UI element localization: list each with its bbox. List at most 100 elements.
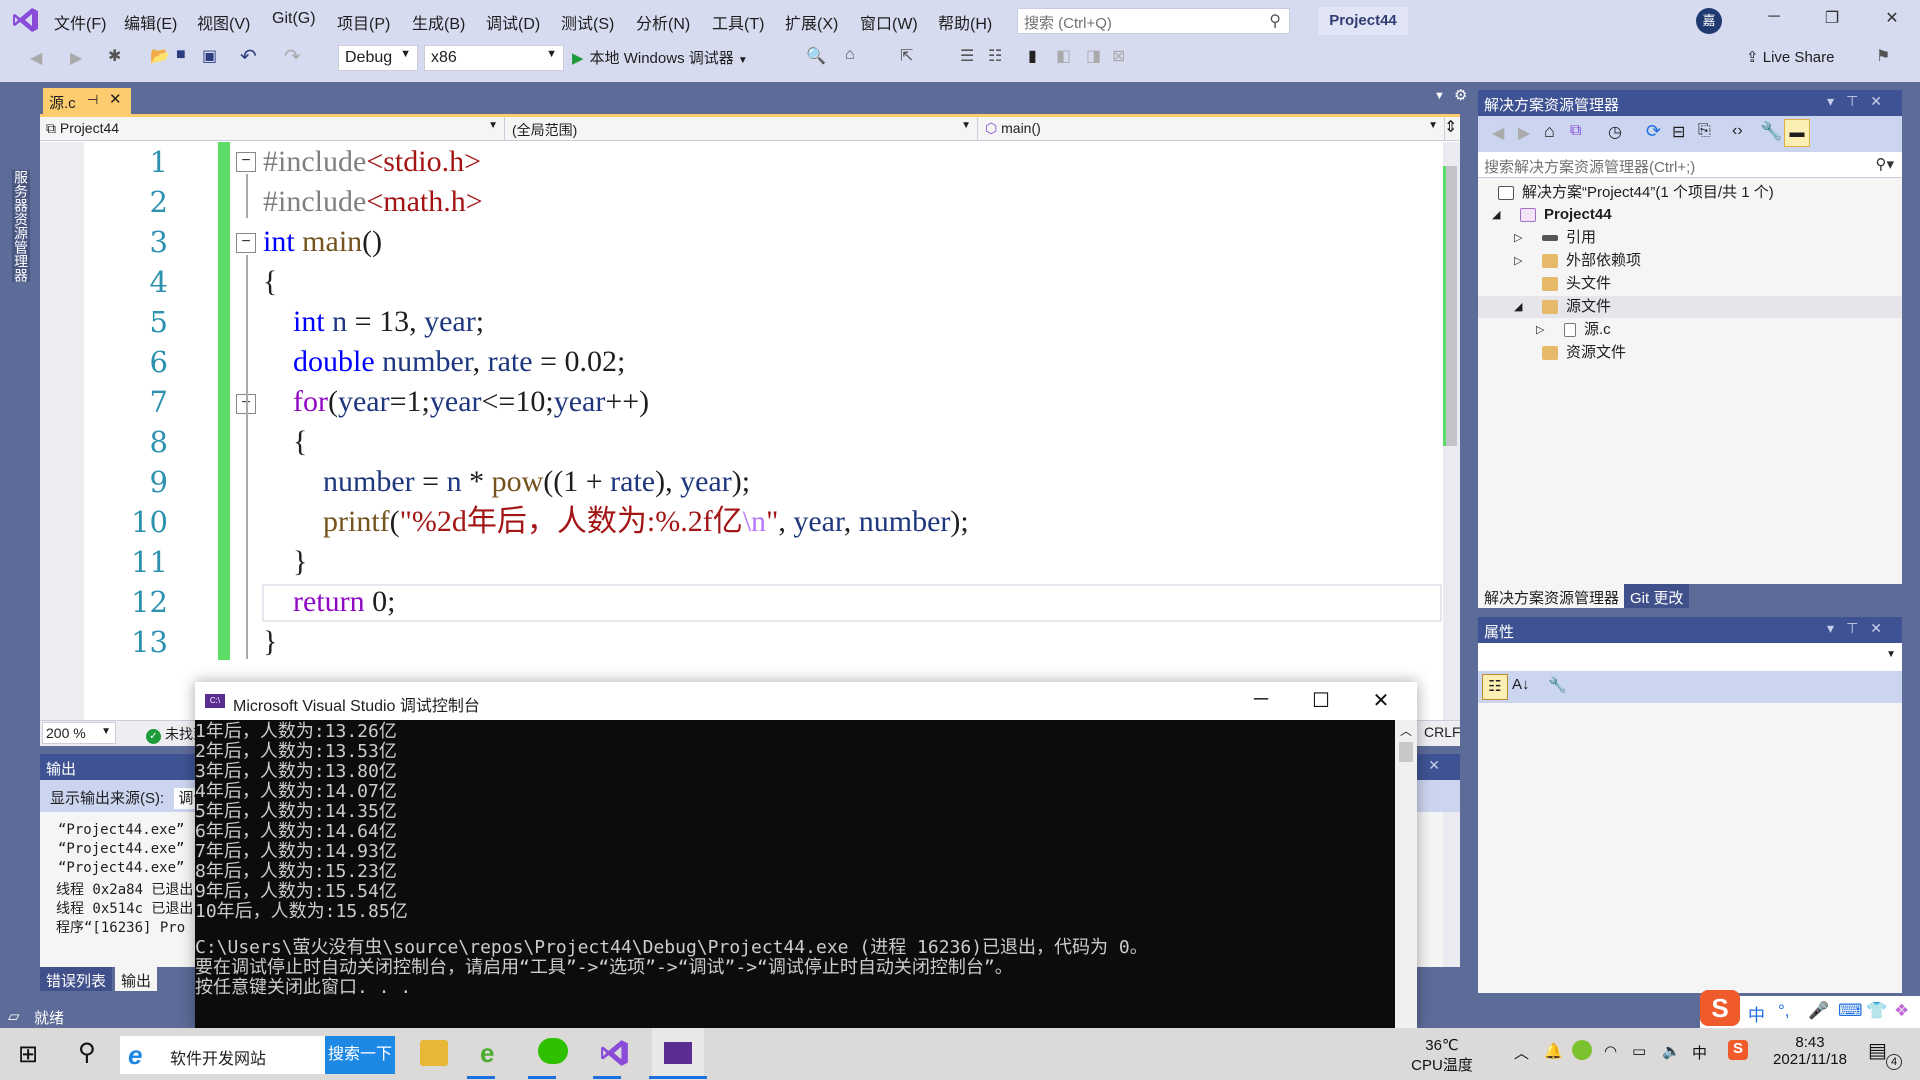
redo-icon[interactable]: ↷	[284, 44, 301, 69]
forward-icon[interactable]: ▶	[1518, 123, 1530, 143]
wechat-icon[interactable]	[538, 1038, 568, 1064]
code-editor[interactable]	[40, 114, 1460, 729]
scroll-up-icon[interactable]: ︿	[1400, 722, 1412, 739]
home-icon[interactable]: ⌂	[845, 46, 855, 64]
console-taskbar-button[interactable]	[652, 1028, 704, 1080]
collapsed-arrow-icon[interactable]: ▷	[1536, 323, 1544, 336]
line-ending-indicator[interactable]: CRLF	[1424, 724, 1461, 740]
ime-mode-chinese[interactable]: 中	[1748, 1001, 1765, 1026]
solution-config-dropdown[interactable]: Debug ▼	[338, 45, 418, 71]
split-editor-icon[interactable]: ⇕	[1444, 117, 1457, 137]
collapsed-arrow-icon[interactable]: ▷	[1514, 231, 1522, 244]
categorized-icon[interactable]: ☷	[1482, 674, 1508, 700]
menu-help[interactable]: 帮助(H)	[938, 10, 992, 34]
code-line[interactable]: printf("%2d年后，人数为:%.2f亿\n", year, number…	[263, 502, 969, 542]
preview-selected-icon[interactable]: ▬	[1784, 119, 1810, 147]
tree-item-source-c[interactable]: 源.c	[1564, 319, 1611, 341]
code-line[interactable]: number = n * pow((1 + rate), year);	[263, 462, 750, 502]
save-all-icon[interactable]: ▣	[202, 46, 217, 66]
minimize-button[interactable]: ─	[1762, 8, 1786, 26]
menu-view[interactable]: 视图(V)	[197, 10, 250, 34]
show-hidden-icons[interactable]: ︿	[1514, 1042, 1529, 1063]
input-indicator[interactable]: 中	[1692, 1042, 1707, 1063]
properties-wrench-icon[interactable]: 🔧	[1760, 121, 1782, 142]
tab-output[interactable]: 输出	[115, 967, 158, 991]
alphabetical-sort-icon[interactable]: A↓	[1512, 676, 1530, 693]
new-item-icon[interactable]: ✱	[108, 46, 121, 66]
properties-object-dropdown[interactable]: ▼	[1478, 643, 1902, 671]
search-icon[interactable]: ⚲	[78, 1038, 96, 1067]
code-line[interactable]: }	[263, 542, 307, 582]
code-line[interactable]: {	[263, 262, 277, 302]
scroll-thumb[interactable]	[1399, 742, 1413, 762]
menu-extensions[interactable]: 扩展(X)	[785, 10, 838, 34]
sogou-logo-icon[interactable]: S	[1700, 990, 1740, 1026]
solution-search-input[interactable]: 搜索解决方案资源管理器(Ctrl+;) ⚲▾	[1478, 152, 1902, 178]
back-icon[interactable]: ◀	[1492, 123, 1504, 143]
browser-icon[interactable]: e	[480, 1038, 494, 1069]
sogou-tray-icon[interactable]: S	[1728, 1040, 1748, 1060]
panel-window-controls[interactable]: ▾⊤✕	[1827, 93, 1894, 110]
menu-project[interactable]: 项目(P)	[337, 10, 390, 34]
menu-file[interactable]: 文件(F)	[54, 10, 106, 34]
code-line[interactable]: int main()	[263, 222, 382, 262]
tree-item-project[interactable]: Project44	[1520, 204, 1612, 226]
tree-item-external-deps[interactable]: 外部依赖项	[1542, 250, 1641, 272]
battery-icon[interactable]: ▭	[1632, 1042, 1646, 1060]
toolbox-icon[interactable]: ❖	[1894, 1001, 1909, 1021]
panel-window-controls[interactable]: ▾⊤✕	[1827, 620, 1894, 637]
back-icon[interactable]: ◀	[30, 48, 42, 68]
expanded-arrow-icon[interactable]: ◢	[1514, 300, 1522, 313]
code-line[interactable]: double number, rate = 0.02;	[263, 342, 625, 382]
project-dropdown[interactable]: ⧉ Project44 ▼	[40, 117, 505, 141]
indent-icon[interactable]: ☰	[960, 46, 974, 66]
account-avatar[interactable]: 嘉	[1696, 8, 1722, 34]
switch-views-icon[interactable]: ⧉	[1570, 122, 1581, 140]
menu-debug[interactable]: 调试(D)	[486, 10, 540, 34]
collapse-icon[interactable]: −	[236, 233, 256, 253]
tree-item-header-files[interactable]: 头文件	[1542, 273, 1611, 295]
tab-git-changes[interactable]: Git 更改	[1624, 584, 1690, 608]
console-output[interactable]: 1年后，人数为:13.26亿 2年后，人数为:13.53亿 3年后，人数为:13.8…	[195, 720, 1395, 1030]
home-icon[interactable]: ⌂	[1544, 121, 1555, 142]
close-tab-icon[interactable]: ✕	[109, 90, 122, 108]
mic-icon[interactable]: 🎤	[1808, 1001, 1829, 1021]
console-close-button[interactable]: ✕	[1361, 688, 1401, 713]
select-icon[interactable]: ⇱	[900, 46, 913, 66]
collapse-all-icon[interactable]: ⊟	[1672, 122, 1685, 142]
collapse-icon[interactable]: −	[236, 152, 256, 172]
output-scrollbar[interactable]	[1443, 812, 1460, 967]
console-scrollbar[interactable]: ︿	[1395, 720, 1417, 1030]
tree-item-source-files[interactable]: 源文件	[1478, 296, 1902, 318]
restore-button[interactable]: ❐	[1820, 8, 1844, 28]
browser-search-box[interactable]: e 软件开发网站	[120, 1036, 325, 1074]
wifi-icon[interactable]: ◠	[1604, 1042, 1617, 1060]
sync-icon[interactable]: ⟳	[1646, 121, 1661, 142]
file-explorer-icon[interactable]	[420, 1040, 448, 1066]
tab-list-dropdown-icon[interactable]: ▼	[1434, 90, 1445, 102]
cpu-temperature[interactable]: 36℃ CPU温度	[1402, 1036, 1482, 1075]
menu-window[interactable]: 窗口(W)	[860, 10, 918, 34]
server-explorer-tab[interactable]: 服务器资源管理器	[12, 170, 30, 282]
code-line[interactable]: {	[263, 422, 307, 462]
collapsed-arrow-icon[interactable]: ▷	[1514, 254, 1522, 267]
save-icon[interactable]: ■	[176, 46, 186, 64]
view-code-icon[interactable]: ‹›	[1732, 122, 1743, 140]
comment-icon[interactable]: ☷	[988, 46, 1002, 66]
browser-search-button[interactable]: 搜索一下	[325, 1036, 395, 1074]
pin-icon[interactable]: ⊣	[87, 92, 98, 108]
live-share-button[interactable]: ⇪ Live Share	[1746, 48, 1834, 66]
tab-error-list[interactable]: 错误列表	[40, 967, 113, 991]
keyboard-icon[interactable]: ⌨	[1838, 1001, 1863, 1021]
tree-item-references[interactable]: 引用	[1542, 227, 1596, 249]
menu-analyze[interactable]: 分析(N)	[636, 10, 690, 34]
menu-test[interactable]: 测试(S)	[561, 10, 614, 34]
skin-icon[interactable]: 👕	[1866, 1001, 1887, 1021]
tree-item-solution[interactable]: 解决方案“Project44”(1 个项目/共 1 个)	[1498, 182, 1774, 204]
action-center-icon[interactable]: ▤	[1868, 1038, 1887, 1063]
volume-icon[interactable]: 🔈	[1662, 1042, 1681, 1060]
clear-bookmarks-icon[interactable]: ⊠	[1112, 46, 1125, 66]
scroll-thumb[interactable]	[1446, 166, 1457, 446]
console-maximize-button[interactable]: ☐	[1301, 688, 1341, 713]
find-in-files-icon[interactable]: 🔍	[806, 46, 826, 66]
